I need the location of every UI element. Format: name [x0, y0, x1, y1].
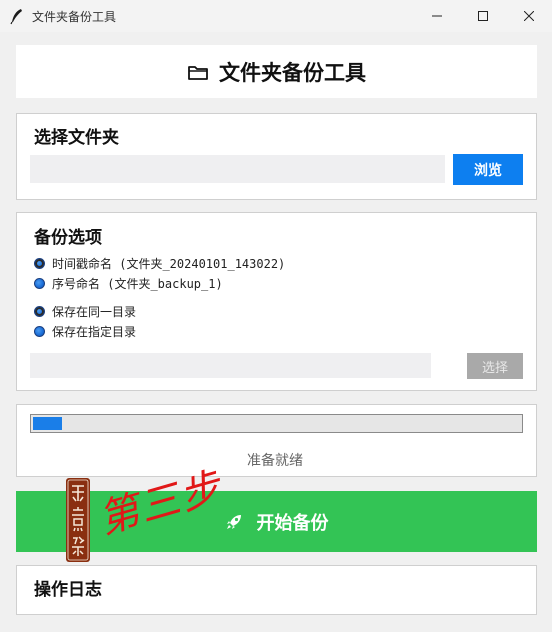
minimize-icon [432, 15, 442, 17]
close-icon [524, 11, 534, 21]
feather-icon [10, 9, 22, 25]
close-button[interactable] [506, 0, 552, 32]
radio-sequence-naming[interactable]: 序号命名 (文件夹_backup_1) [34, 275, 223, 292]
log-section: 操作日志 [16, 565, 537, 615]
backup-options-section: 备份选项 时间戳命名 (文件夹_20240101_143022) 序号命名 (文… [16, 212, 537, 391]
target-dir-input[interactable] [30, 353, 431, 378]
start-backup-label: 开始备份 [256, 512, 329, 534]
section-title-select-folder: 选择文件夹 [34, 128, 119, 148]
page-title: 文件夹备份工具 [219, 59, 366, 85]
radio-save-custom-dir[interactable]: 保存在指定目录 [34, 323, 136, 340]
maximize-icon [478, 11, 488, 21]
radio-save-same-dir[interactable]: 保存在同一目录 [34, 303, 136, 320]
radio-selected-icon [34, 306, 45, 317]
radio-unselected-icon [34, 278, 45, 289]
client-area: 文件夹备份工具 选择文件夹 浏览 备份选项 时间戳命名 (文件夹_2024010… [1, 32, 551, 631]
progress-fill [33, 417, 62, 430]
window-title: 文件夹备份工具 [32, 10, 117, 24]
radio-label: 保存在同一目录 [52, 305, 137, 319]
folder-path-input[interactable] [30, 155, 445, 183]
status-text: 准备就绪 [247, 453, 303, 469]
section-title-backup-options: 备份选项 [34, 228, 102, 248]
select-folder-section: 选择文件夹 浏览 [16, 113, 537, 200]
radio-timestamp-naming[interactable]: 时间戳命名 (文件夹_20240101_143022) [34, 255, 285, 272]
seal-logo [66, 478, 90, 562]
maximize-button[interactable] [460, 0, 506, 32]
header-panel: 文件夹备份工具 [16, 45, 537, 98]
radio-selected-icon [34, 258, 45, 269]
radio-unselected-icon [34, 326, 45, 337]
progress-section: 准备就绪 [16, 404, 537, 477]
progress-bar [30, 414, 523, 433]
folder-icon [188, 65, 208, 80]
browse-button[interactable]: 浏览 [453, 154, 523, 185]
radio-label: 时间戳命名 (文件夹_20240101_143022) [52, 257, 286, 271]
rocket-icon [226, 514, 241, 529]
radio-label: 保存在指定目录 [52, 325, 137, 339]
choose-dir-button[interactable]: 选择 [467, 353, 523, 379]
window-titlebar: 文件夹备份工具 [0, 0, 552, 32]
minimize-button[interactable] [414, 0, 460, 32]
radio-label: 序号命名 (文件夹_backup_1) [52, 277, 223, 291]
section-title-log: 操作日志 [34, 580, 102, 600]
